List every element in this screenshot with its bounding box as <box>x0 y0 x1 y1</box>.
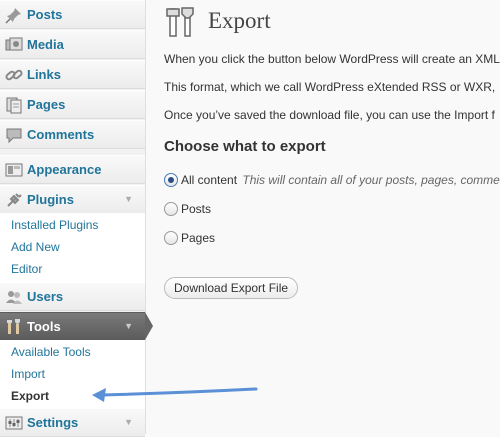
chevron-down-icon[interactable]: ▼ <box>124 194 133 204</box>
all-content-radio[interactable] <box>164 173 178 187</box>
section-heading: Choose what to export <box>164 138 326 155</box>
menu-item-label: Comments <box>27 127 95 142</box>
submenu-available-tools[interactable]: Available Tools <box>11 345 91 359</box>
menu-item-posts[interactable]: Posts <box>0 0 145 29</box>
comments-icon <box>6 128 22 144</box>
submenu-import[interactable]: Import <box>11 367 45 381</box>
intro-paragraph: Once you’ve saved the download file, you… <box>164 108 495 122</box>
menu-item-appearance[interactable]: Appearance <box>0 155 145 184</box>
menu-item-comments[interactable]: Comments <box>0 120 145 149</box>
menu-item-label: Settings <box>27 415 79 430</box>
option-posts[interactable]: Posts <box>164 202 211 216</box>
submenu-export[interactable]: Export <box>11 389 49 403</box>
submenu-add-new[interactable]: Add New <box>11 240 60 254</box>
menu-item-label: Posts <box>27 7 63 22</box>
menu-item-tools[interactable]: Tools ▼ <box>0 312 145 340</box>
menu-item-label: Plugins <box>27 192 74 207</box>
submenu-installed-plugins[interactable]: Installed Plugins <box>11 218 98 232</box>
menu-item-users[interactable]: Users <box>0 282 145 311</box>
admin-sidebar: Posts Media Links Pages Comments Appeara… <box>0 0 153 437</box>
main-content: Export When you click the button below W… <box>146 0 500 434</box>
tools-icon <box>166 7 194 37</box>
link-icon <box>5 69 23 81</box>
pages-radio[interactable] <box>164 231 178 245</box>
menu-item-label: Links <box>27 67 61 82</box>
users-icon <box>6 291 22 304</box>
option-label: Pages <box>181 231 216 245</box>
menu-item-plugins[interactable]: Plugins ▼ <box>0 185 145 214</box>
chevron-down-icon[interactable]: ▼ <box>124 417 133 427</box>
plugins-submenu: Installed Plugins Add New Editor <box>0 213 145 285</box>
chevron-down-icon[interactable]: ▼ <box>124 321 133 331</box>
plugins-icon <box>7 193 22 207</box>
appearance-icon <box>5 163 23 177</box>
menu-item-label: Appearance <box>27 162 102 177</box>
menu-item-links[interactable]: Links <box>0 60 145 89</box>
download-export-button[interactable]: Download Export File <box>164 277 299 299</box>
submenu-editor[interactable]: Editor <box>11 262 42 276</box>
menu-item-pages[interactable]: Pages <box>0 90 145 119</box>
menu-item-label: Tools <box>27 319 61 334</box>
option-all-content[interactable]: All content This will contain all of you… <box>164 173 500 187</box>
settings-icon <box>5 416 23 430</box>
intro-paragraph: This format, which we call WordPress eXt… <box>164 80 496 94</box>
tools-icon <box>7 319 20 334</box>
menu-item-label: Media <box>27 37 64 52</box>
option-pages[interactable]: Pages <box>164 231 215 245</box>
option-label: Posts <box>181 202 212 216</box>
option-label: All content <box>181 173 238 187</box>
pin-icon <box>5 8 21 24</box>
media-icon <box>5 37 23 51</box>
pages-icon <box>6 97 22 114</box>
option-description: This will contain all of your posts, pag… <box>242 173 500 187</box>
annotation-arrow-icon <box>92 387 258 402</box>
menu-item-label: Users <box>27 289 64 304</box>
intro-paragraph: When you click the button below WordPres… <box>164 52 500 66</box>
menu-item-label: Pages <box>27 97 66 112</box>
page-title: Export <box>208 8 271 33</box>
menu-item-media[interactable]: Media <box>0 30 145 59</box>
posts-radio[interactable] <box>164 202 178 216</box>
menu-item-settings[interactable]: Settings ▼ <box>0 408 145 437</box>
